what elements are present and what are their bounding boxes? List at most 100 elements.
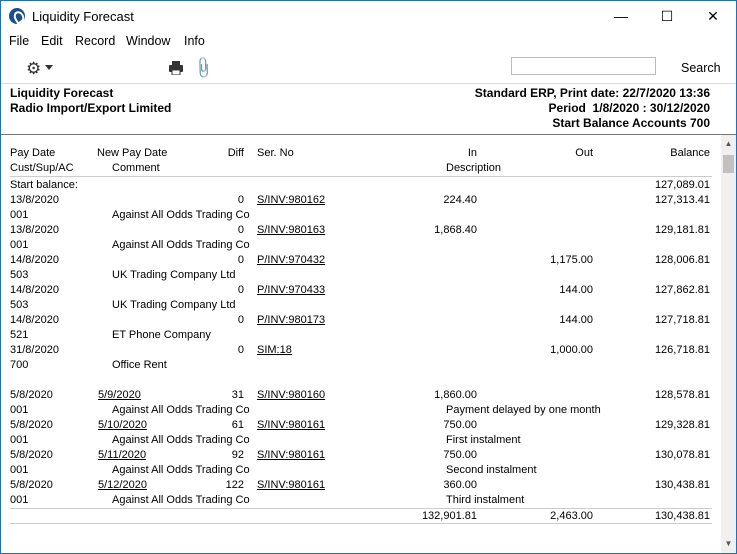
row-new-pay-date[interactable]: 5/9/2020 <box>98 389 141 401</box>
totals-divider <box>10 508 712 509</box>
row-ser-no[interactable]: SIM:18 <box>257 344 292 356</box>
row-new-pay-date[interactable]: 5/12/2020 <box>98 479 147 491</box>
chevron-down-icon[interactable] <box>45 65 53 70</box>
header-divider <box>10 176 712 177</box>
row-comment: Against All Odds Trading Co <box>112 209 250 221</box>
liquidity-forecast-window: Liquidity Forecast — ☐ ✕ File Edit Recor… <box>0 0 737 554</box>
row-diff: 31 <box>231 389 244 401</box>
scroll-down-icon[interactable]: ▼ <box>721 537 736 551</box>
row-diff: 0 <box>237 344 244 356</box>
col-in: In <box>467 147 477 159</box>
row-in-amount: 750.00 <box>443 419 477 431</box>
menu-window[interactable]: Window <box>126 34 170 48</box>
row-comment: UK Trading Company Ltd <box>112 269 236 281</box>
row-in-amount: 224.40 <box>443 194 477 206</box>
row-pay-date: 14/8/2020 <box>10 314 59 326</box>
menu-info[interactable]: Info <box>184 34 205 48</box>
company-name: Radio Import/Export Limited <box>10 101 172 115</box>
row-ser-no[interactable]: S/INV:980160 <box>257 389 325 401</box>
search-input[interactable] <box>511 57 656 75</box>
menu-file[interactable]: File <box>9 34 29 48</box>
row-pay-date: 31/8/2020 <box>10 344 59 356</box>
row-cust-sup-ac: 503 <box>10 299 29 311</box>
row-out-amount: 1,000.00 <box>550 344 593 356</box>
scrollbar-thumb[interactable] <box>723 155 734 173</box>
row-ser-no[interactable]: S/INV:980161 <box>257 479 325 491</box>
row-pay-date: 14/8/2020 <box>10 254 59 266</box>
row-ser-no[interactable]: S/INV:980163 <box>257 224 325 236</box>
print-info: Standard ERP, Print date: 22/7/2020 13:3… <box>474 86 710 100</box>
row-pay-date: 14/8/2020 <box>10 284 59 296</box>
start-balance-label: Start balance: <box>10 179 78 191</box>
col-pay-date: Pay Date <box>10 147 56 159</box>
total-in: 132,901.81 <box>421 510 477 522</box>
row-comment: Against All Odds Trading Co <box>112 404 250 416</box>
row-cust-sup-ac: 001 <box>10 464 29 476</box>
row-in-amount: 1,868.40 <box>434 224 477 236</box>
maximize-button[interactable]: ☐ <box>644 1 690 31</box>
total-balance: 130,438.81 <box>654 510 710 522</box>
report-body: Pay Date New Pay Date Diff Ser. No In Ou… <box>1 135 721 553</box>
vertical-scrollbar[interactable]: ▲ ▼ <box>721 135 736 553</box>
row-diff: 92 <box>231 449 244 461</box>
totals-bottom-line <box>10 523 712 524</box>
row-out-amount: 1,175.00 <box>550 254 593 266</box>
row-diff: 0 <box>237 224 244 236</box>
row-balance: 129,181.81 <box>654 224 710 236</box>
row-description: Payment delayed by one month <box>446 404 601 416</box>
row-balance: 129,328.81 <box>654 419 710 431</box>
start-balance-accounts: Start Balance Accounts 700 <box>552 116 710 130</box>
row-comment: ET Phone Company <box>112 329 211 341</box>
row-description: Third instalment <box>446 494 525 506</box>
row-ser-no[interactable]: S/INV:980161 <box>257 419 325 431</box>
col-description: Description <box>446 162 502 174</box>
col-comment: Comment <box>112 162 160 174</box>
row-diff: 0 <box>237 254 244 266</box>
row-cust-sup-ac: 001 <box>10 434 29 446</box>
scroll-up-icon[interactable]: ▲ <box>721 137 736 151</box>
row-balance: 126,718.81 <box>654 344 710 356</box>
row-new-pay-date[interactable]: 5/10/2020 <box>98 419 147 431</box>
row-cust-sup-ac: 700 <box>10 359 29 371</box>
period: Period 1/8/2020 : 30/12/2020 <box>548 101 710 115</box>
row-comment: UK Trading Company Ltd <box>112 299 236 311</box>
print-icon[interactable] <box>168 61 184 75</box>
row-cust-sup-ac: 001 <box>10 494 29 506</box>
report-header: Liquidity Forecast Radio Import/Export L… <box>1 83 736 135</box>
menu-edit[interactable]: Edit <box>41 34 63 48</box>
row-in-amount: 750.00 <box>443 449 477 461</box>
menu-record[interactable]: Record <box>75 34 115 48</box>
col-ser-no: Ser. No <box>257 147 294 159</box>
row-diff: 122 <box>225 479 244 491</box>
row-pay-date: 13/8/2020 <box>10 224 59 236</box>
row-cust-sup-ac: 001 <box>10 239 29 251</box>
row-new-pay-date[interactable]: 5/11/2020 <box>98 449 146 461</box>
row-balance: 128,006.81 <box>654 254 710 266</box>
row-balance: 127,862.81 <box>654 284 710 296</box>
row-diff: 0 <box>237 284 244 296</box>
row-out-amount: 144.00 <box>559 314 593 326</box>
search-button[interactable]: Search <box>681 61 721 75</box>
app-icon <box>9 8 25 24</box>
row-ser-no[interactable]: P/INV:970433 <box>257 284 325 296</box>
window-title: Liquidity Forecast <box>32 9 134 24</box>
row-comment: Against All Odds Trading Co <box>112 494 250 506</box>
close-button[interactable]: ✕ <box>690 1 736 31</box>
row-pay-date: 13/8/2020 <box>10 194 59 206</box>
row-ser-no[interactable]: P/INV:980173 <box>257 314 325 326</box>
row-pay-date: 5/8/2020 <box>10 419 53 431</box>
row-pay-date: 5/8/2020 <box>10 389 53 401</box>
title-bar: Liquidity Forecast — ☐ ✕ <box>1 1 736 31</box>
row-comment: Against All Odds Trading Co <box>112 434 250 446</box>
minimize-button[interactable]: — <box>598 1 644 31</box>
gear-icon[interactable]: ⚙ <box>26 59 41 79</box>
row-out-amount: 144.00 <box>559 284 593 296</box>
row-ser-no[interactable]: S/INV:980161 <box>257 449 325 461</box>
row-description: First instalment <box>446 434 521 446</box>
row-diff: 0 <box>237 194 244 206</box>
row-ser-no[interactable]: P/INV:970432 <box>257 254 325 266</box>
row-balance: 130,078.81 <box>654 449 710 461</box>
row-balance: 127,718.81 <box>654 314 710 326</box>
row-description: Second instalment <box>446 464 537 476</box>
row-ser-no[interactable]: S/INV:980162 <box>257 194 325 206</box>
